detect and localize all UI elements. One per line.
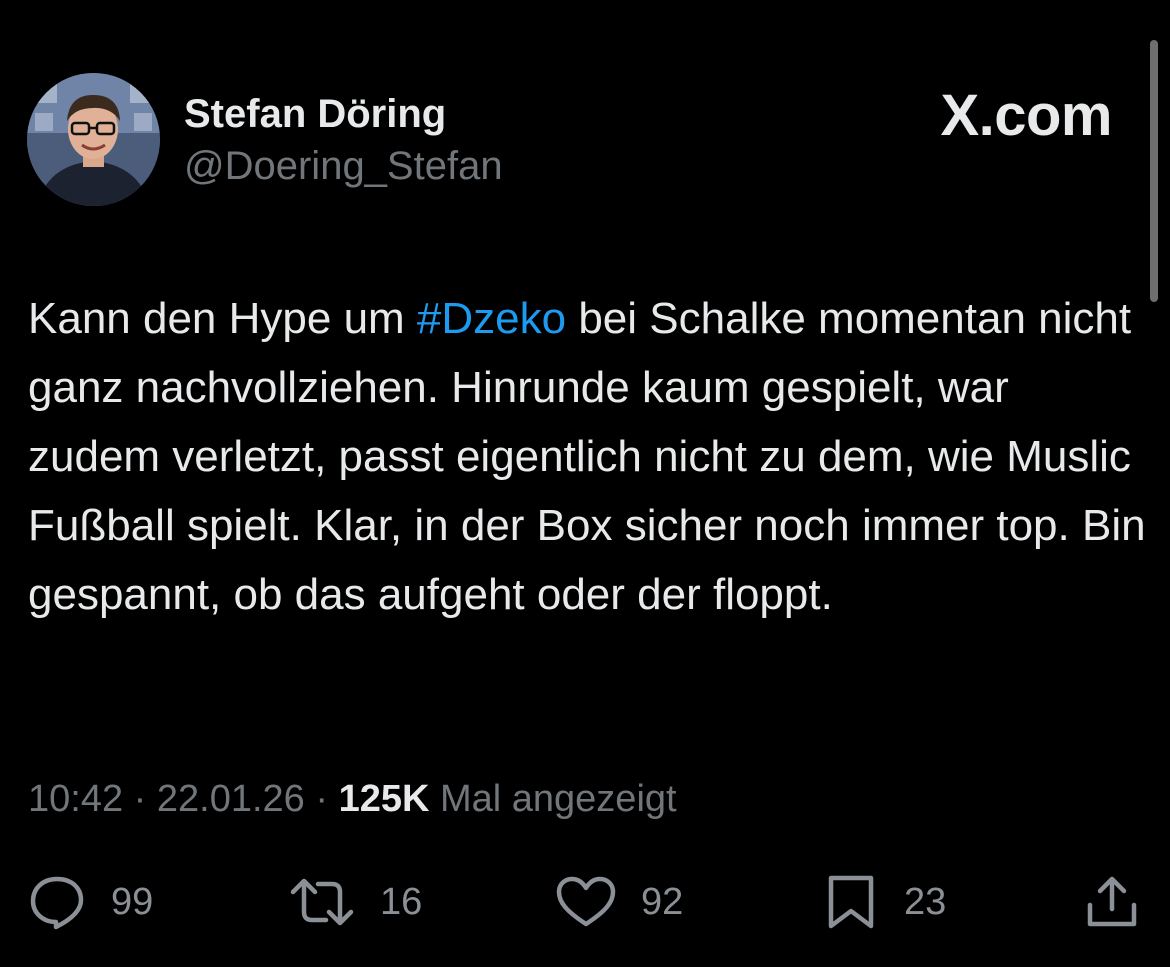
like-icon: [556, 876, 616, 927]
tweet-text-start: Kann den Hype um: [28, 294, 417, 343]
bookmark-count: 23: [904, 880, 947, 923]
share-button[interactable]: [1083, 870, 1141, 934]
reply-button[interactable]: 99: [27, 870, 153, 934]
reply-icon: [30, 876, 84, 930]
brand-watermark: X.com: [940, 83, 1112, 148]
meta-separator: ·: [133, 778, 147, 820]
user-handle[interactable]: @Doering_Stefan: [184, 144, 503, 189]
meta-separator: ·: [315, 778, 329, 820]
bookmark-icon: [828, 875, 874, 929]
like-count: 92: [641, 880, 684, 923]
views-label: Mal angezeigt: [439, 778, 677, 820]
avatar-image: [27, 73, 160, 206]
share-icon: [1087, 876, 1137, 927]
tweet-date[interactable]: 22.01.26: [157, 778, 305, 820]
display-name[interactable]: Stefan Döring: [184, 92, 446, 137]
repost-count: 16: [380, 880, 423, 923]
bookmark-button[interactable]: 23: [822, 870, 946, 934]
scrollbar[interactable]: [1150, 40, 1158, 302]
tweet-meta: 10:42 · 22.01.26 · 125K Mal angezeigt: [28, 778, 677, 821]
views-count: 125K: [338, 778, 430, 820]
like-button[interactable]: 92: [555, 870, 683, 934]
tweet-time[interactable]: 10:42: [28, 778, 123, 820]
action-bar: 99 16 92 23: [0, 870, 1170, 934]
avatar[interactable]: [27, 73, 160, 206]
repost-icon: [290, 878, 354, 926]
tweet-text: Kann den Hype um #Dzeko bei Schalke mome…: [28, 284, 1148, 629]
hashtag-link[interactable]: #Dzeko: [417, 294, 566, 343]
repost-button[interactable]: 16: [288, 870, 422, 934]
reply-count: 99: [111, 880, 154, 923]
